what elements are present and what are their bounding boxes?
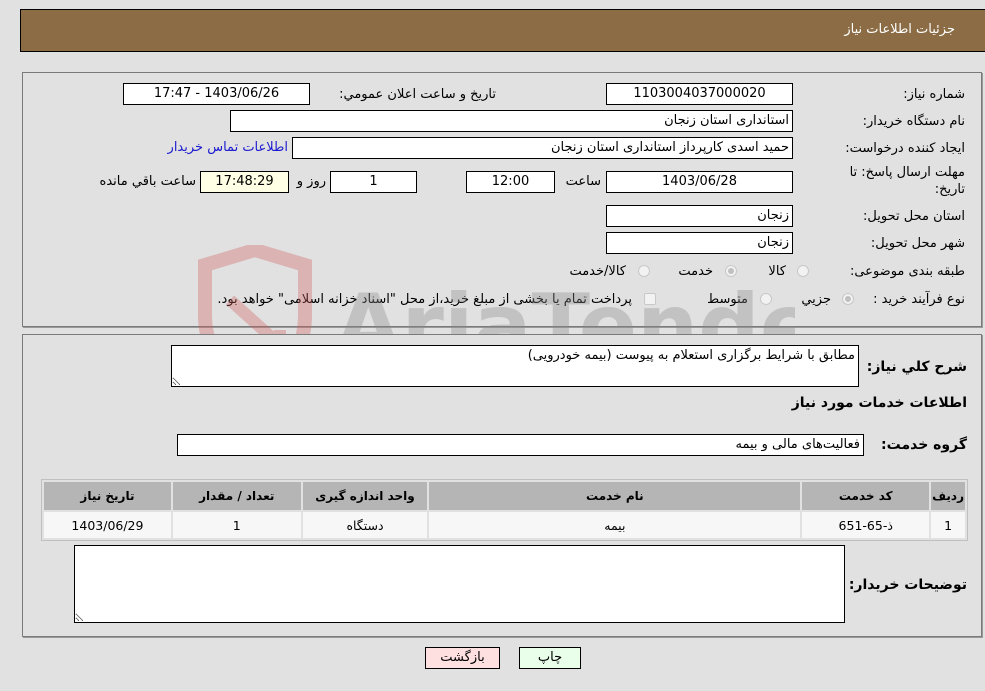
buyer-notes-textarea[interactable] — [74, 545, 845, 623]
col-row-number: رديف — [931, 482, 965, 510]
page-title: جزئیات اطلاعات نیاز — [844, 22, 955, 37]
purchase-radio-medium[interactable] — [760, 293, 772, 305]
need-number-label: شماره نیاز: — [903, 87, 965, 102]
buyer-org-label: نام دستگاه خريدار: — [862, 114, 965, 129]
deadline-label-line2: تاریخ: — [934, 182, 965, 197]
buyer-contact-link[interactable]: اطلاعات تماس خريدار — [168, 140, 288, 155]
category-option-service: خدمت — [678, 264, 713, 279]
announce-datetime-field: 1403/06/26 - 17:47 — [123, 83, 310, 105]
cell-row-number: 1 — [931, 512, 965, 538]
services-section-title: اطلاعات خدمات مورد نياز — [791, 395, 967, 411]
delivery-city-field: زنجان — [606, 232, 793, 254]
requester-label: ايجاد کننده درخواست: — [845, 141, 965, 156]
description-label: شرح کلي نياز: — [866, 359, 967, 375]
purchase-type-label: نوع فرآیند خرید : — [873, 292, 965, 307]
col-service-name: نام خدمت — [429, 482, 801, 510]
buyer-notes-label: توضيحات خريدار: — [848, 577, 967, 593]
description-textarea[interactable]: مطابق با شرایط برگزاری استعلام به پیوست … — [171, 345, 859, 387]
cell-service-code: ذ-65-651 — [802, 512, 930, 538]
category-label: طبقه بندی موضوعی: — [849, 264, 965, 279]
announce-datetime-label: تاریخ و ساعت اعلان عمومي: — [339, 87, 496, 102]
category-option-goods: کالا — [768, 264, 786, 279]
service-group-field: فعالیت‌های مالی و بیمه — [177, 434, 864, 456]
deadline-time-label: ساعت — [565, 174, 601, 189]
col-unit: واحد اندازه گيری — [302, 482, 428, 510]
page-header: جزئیات اطلاعات نیاز — [20, 9, 985, 52]
requester-field: حمید اسدی کارپرداز استانداری استان زنجان — [292, 137, 793, 159]
cell-quantity: 1 — [172, 512, 301, 538]
need-details-panel: شماره نیاز: 1103004037000020 تاریخ و ساع… — [22, 72, 982, 327]
services-table-header: رديف کد خدمت نام خدمت واحد اندازه گيری ت… — [44, 482, 965, 510]
delivery-province-field: زنجان — [606, 205, 793, 227]
col-quantity: تعداد / مقدار — [172, 482, 301, 510]
treasury-checkbox[interactable] — [644, 293, 656, 305]
remaining-time-field: 17:48:29 — [200, 171, 289, 193]
cell-service-name: بیمه — [429, 512, 801, 538]
deadline-time-field: 12:00 — [466, 171, 555, 193]
cell-unit: دستگاه — [302, 512, 428, 538]
services-table: رديف کد خدمت نام خدمت واحد اندازه گيری ت… — [41, 479, 968, 541]
purchase-radio-minor[interactable] — [842, 293, 854, 305]
col-service-code: کد خدمت — [802, 482, 930, 510]
category-radio-goods-service[interactable] — [638, 265, 650, 277]
buyer-org-field: استانداری استان زنجان — [230, 110, 793, 132]
cell-need-date: 1403/06/29 — [44, 512, 171, 538]
remaining-time-label: ساعت باقي مانده — [99, 174, 196, 189]
deadline-date-field: 1403/06/28 — [606, 171, 793, 193]
purchase-option-medium: متوسط — [707, 292, 748, 307]
delivery-province-label: استان محل تحويل: — [863, 209, 965, 224]
category-option-goods-service: کالا/خدمت — [569, 264, 626, 279]
delivery-city-label: شهر محل تحويل: — [870, 236, 965, 251]
need-number-field: 1103004037000020 — [606, 83, 793, 105]
services-panel: شرح کلي نياز: مطابق با شرایط برگزاری است… — [22, 334, 982, 637]
deadline-label: مهلت ارسال پاسخ: تا — [849, 165, 965, 180]
table-row: 1 ذ-65-651 بیمه دستگاه 1 1403/06/29 — [44, 512, 965, 538]
remaining-days-field: 1 — [330, 171, 417, 193]
purchase-option-minor: جزيي — [801, 292, 831, 307]
back-button[interactable]: بازگشت — [425, 647, 500, 669]
col-need-date: تاريخ نياز — [44, 482, 171, 510]
category-radio-service[interactable] — [725, 265, 737, 277]
days-label: روز و — [296, 174, 326, 189]
print-button[interactable]: چاپ — [519, 647, 581, 669]
treasury-note: پرداخت تمام یا بخشی از مبلغ خرید،از محل … — [217, 292, 632, 307]
category-radio-goods[interactable] — [797, 265, 809, 277]
service-group-label: گروه خدمت: — [881, 437, 967, 453]
